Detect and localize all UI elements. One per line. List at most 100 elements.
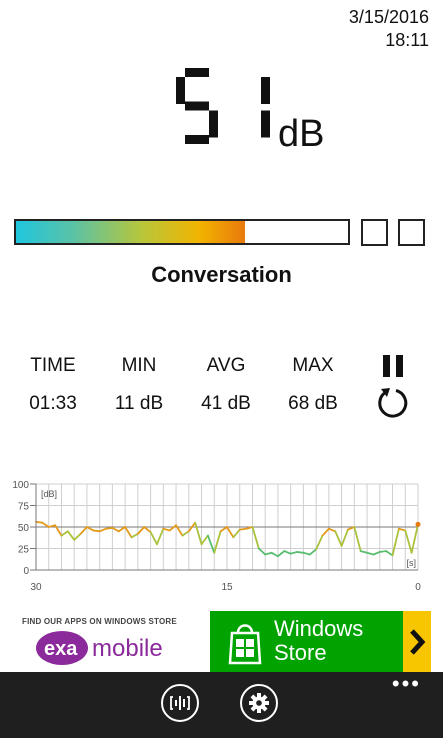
series-line-segment: [168, 524, 177, 532]
pause-button[interactable]: [380, 353, 406, 379]
series-line-segment: [366, 551, 375, 556]
exa-text: exa: [44, 638, 78, 660]
exa-mobile-logo: exa mobile: [36, 627, 206, 672]
avg-label: AVG: [206, 355, 246, 376]
more-options-button[interactable]: •••: [392, 673, 421, 695]
series-line-segment: [340, 528, 349, 547]
x-unit-label: [s]: [406, 558, 416, 568]
decibel-history-chart: 100755025030 15 0[dB][s]: [12, 480, 421, 593]
series-line-segment: [92, 529, 101, 533]
series-line-segment: [66, 530, 76, 541]
series-line-segment: [353, 526, 362, 552]
ad-banner[interactable]: FIND OUR APPS ON WINDOWS STORE exa mobil…: [10, 611, 431, 672]
series-line-segment: [136, 526, 146, 535]
series-line-segment: [378, 550, 388, 553]
series-line-segment: [359, 550, 368, 554]
status-date: 3/15/2016: [348, 7, 429, 27]
segment-g: [185, 101, 209, 111]
series-line-segment: [41, 521, 50, 528]
status-time: 18:11: [385, 30, 429, 50]
series-line-segment: [60, 530, 69, 537]
series-line-segment: [308, 548, 318, 556]
series-line-segment: [257, 547, 267, 556]
series-line-segment: [194, 521, 203, 546]
settings-button[interactable]: [240, 684, 278, 722]
max-value: 68 dB: [288, 393, 338, 414]
series-line-segment: [156, 527, 165, 546]
time-value: 01:33: [29, 393, 77, 414]
series-line-segment: [35, 520, 44, 524]
y-tick-label: 0: [23, 566, 29, 577]
series-line-segment: [181, 530, 190, 537]
noise-category: Conversation: [151, 262, 292, 287]
y-tick-label: 75: [18, 502, 30, 513]
series-line-segment: [404, 529, 413, 554]
latest-point: [415, 521, 421, 527]
series-line-segment: [251, 526, 260, 550]
series-line-segment: [117, 526, 127, 533]
series-line-segment: [327, 527, 337, 533]
series-line-segment: [289, 551, 298, 555]
series-line-segment: [79, 526, 88, 535]
y-unit-label: [dB]: [41, 489, 57, 499]
series-line-segment: [105, 526, 114, 530]
current-reading: 51: [176, 66, 376, 150]
peak-indicator-2: [398, 219, 425, 246]
segment-b: [261, 77, 270, 104]
equalizer-icon: [170, 696, 190, 710]
y-tick-label: 50: [18, 523, 30, 534]
y-tick-label: 100: [12, 480, 29, 491]
series-line-segment: [232, 528, 241, 539]
series-line-segment: [296, 551, 305, 554]
windows-store-ad[interactable]: Windows Store: [210, 611, 431, 672]
time-label: TIME: [30, 355, 76, 376]
exa-mobile-ad[interactable]: FIND OUR APPS ON WINDOWS STORE exa mobil…: [10, 611, 210, 672]
avg-value: 41 dB: [201, 393, 251, 414]
series-line-segment: [283, 550, 292, 555]
segment-a: [185, 68, 209, 77]
x-tick-label: 0: [415, 582, 421, 593]
peak-indicator-1: [361, 219, 388, 246]
series-line-segment: [334, 530, 343, 547]
series-line-segment: [264, 551, 273, 556]
reading-unit: dB: [278, 113, 325, 155]
reset-icon: [378, 388, 408, 418]
series-line-segment: [372, 551, 381, 556]
status-datetime: 3/15/2016 18:11: [349, 6, 429, 52]
store-arrow: [403, 611, 431, 672]
series-line-segment: [206, 534, 216, 554]
series-line-segment: [200, 534, 209, 546]
series-line-segment: [219, 526, 228, 533]
x-tick-label: 15: [221, 582, 233, 593]
series-line-segment: [73, 532, 82, 541]
segment-c: [209, 110, 218, 138]
chevron-right-icon: [410, 629, 426, 655]
series-line-segment: [86, 526, 95, 532]
series-line-segment: [270, 551, 279, 558]
series-line-segment: [315, 534, 324, 551]
series-line-segment: [385, 550, 394, 557]
settings-gear-icon: [249, 693, 269, 713]
series-line-segment: [321, 527, 330, 537]
equalizer-button[interactable]: [161, 684, 199, 722]
segment-f: [176, 77, 185, 104]
series-line-segment: [111, 526, 120, 533]
series-line-segment: [143, 526, 152, 534]
series-line-segment: [302, 551, 311, 556]
store-line-2: Store: [274, 640, 327, 665]
series-line-segment: [124, 526, 133, 539]
series-line-segment: [98, 527, 107, 533]
mobile-text: mobile: [92, 635, 163, 662]
store-line-1: Windows: [274, 616, 364, 641]
segment-c: [261, 110, 270, 138]
seven-segment-display: [176, 68, 270, 144]
series-line-segment: [213, 530, 222, 554]
series-line-segment: [162, 527, 171, 532]
series-line-segment: [149, 531, 158, 546]
series-line-segment: [238, 527, 248, 531]
ad-find-text: FIND OUR APPS ON WINDOWS STORE: [22, 617, 177, 626]
reset-button[interactable]: [376, 386, 410, 420]
series-line-segment: [277, 550, 286, 558]
series-line-segment: [391, 527, 400, 557]
pause-icon: [383, 355, 403, 377]
